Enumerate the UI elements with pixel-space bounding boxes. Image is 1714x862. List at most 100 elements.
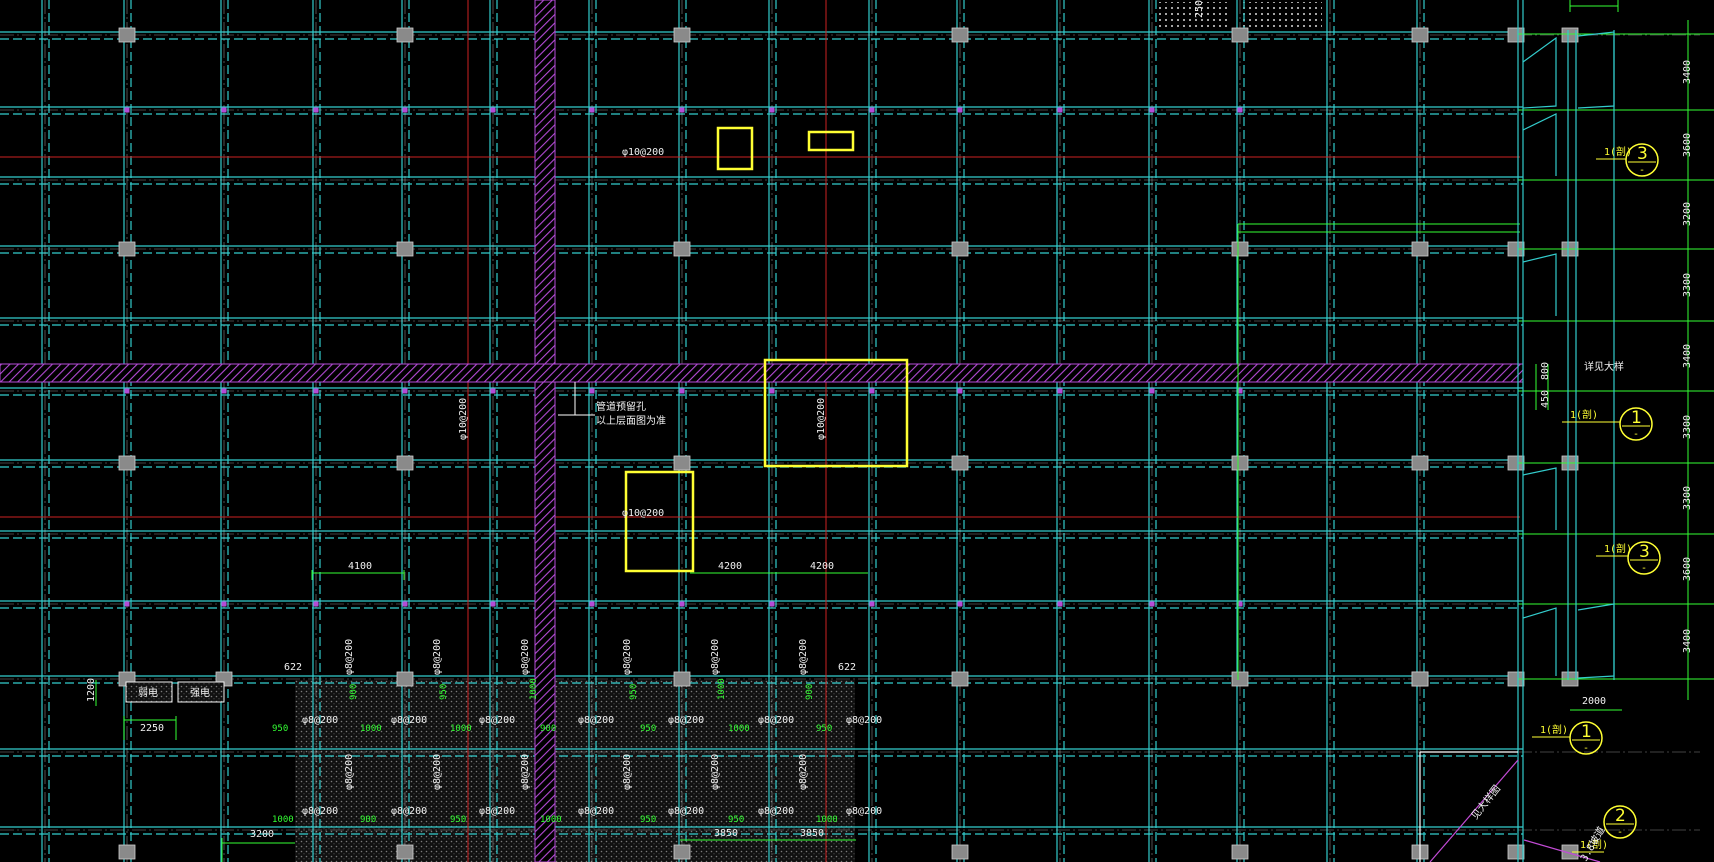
column (951, 455, 969, 471)
slab-rebar-length: 1000 (540, 815, 562, 825)
slab-rebar-label: φ8@200 (758, 715, 794, 726)
duct-note-line-1: 管道预留孔 (596, 400, 646, 413)
grid-node (1057, 388, 1063, 394)
slab-rebar-label-vertical: φ8@200 (432, 754, 443, 790)
grid-node (1149, 388, 1155, 394)
column (118, 844, 136, 860)
right-dimension-texts: 3400 3600 3200 3300 3400 3300 3300 3600 3400 (1682, 60, 1693, 653)
slab-rebar-length-vertical: 950 (629, 684, 639, 700)
cad-drawing: 3-1(剖)1-1(剖)3-1(剖)1-1(剖)2-1(剖) 2500 φ10@… (0, 0, 1714, 862)
grid-node (589, 388, 595, 394)
column (673, 27, 691, 43)
grid-node (957, 601, 963, 607)
grid-node (1057, 107, 1063, 113)
column (951, 27, 969, 43)
detail-bubble-ref: - (1583, 743, 1589, 754)
detail-bubble-number: 2 (1615, 806, 1626, 826)
column (1231, 844, 1249, 860)
slab-rebar-label: φ8@200 (758, 806, 794, 817)
column (118, 455, 136, 471)
slab-rebar-length: 950 (272, 724, 288, 734)
slab-rebar-label-vertical: φ8@200 (710, 639, 721, 675)
grid-node (769, 107, 775, 113)
slab-rebar-label: φ8@200 (668, 806, 704, 817)
detail-bubble-ref: - (1641, 563, 1647, 574)
grid-node (957, 107, 963, 113)
rebar-label-mid: φ10@200 (816, 398, 827, 440)
dim-3850-b: 3850 (800, 828, 824, 839)
column (1411, 455, 1429, 471)
grid-node (221, 388, 227, 394)
dim-4200-a: 4200 (718, 561, 742, 572)
slab-rebar-length: 1000 (272, 815, 294, 825)
column (396, 844, 414, 860)
detail-bubble-number: 1 (1631, 408, 1642, 428)
dim-3200: 3200 (250, 829, 274, 840)
right-dimension-text: 3200 (1682, 202, 1693, 226)
detail-bubble-tag: 1(剖) (1604, 145, 1632, 158)
slab-rebar-length: 1000 (360, 724, 382, 734)
grid-node (869, 601, 875, 607)
dim-1200: 1200 (86, 678, 97, 702)
column (1231, 241, 1249, 257)
slab-rebar-label-vertical: φ8@200 (520, 639, 531, 675)
column (1231, 27, 1249, 43)
column (951, 671, 969, 687)
grid-node (1149, 107, 1155, 113)
column (951, 241, 969, 257)
slab-rebar-label-vertical: φ8@200 (344, 754, 355, 790)
rebar-label-low: φ10@200 (622, 508, 664, 519)
top-dim-2500: 2500 (1194, 0, 1205, 18)
column (1507, 27, 1525, 43)
slab-rebar-label: φ8@200 (479, 715, 515, 726)
duct-note-line-2: 以上层面图为准 (596, 415, 666, 427)
slab-rebar-length: 900 (540, 724, 556, 734)
dim-2000: 2000 (1582, 696, 1606, 707)
column (1411, 671, 1429, 687)
dim-800: 800 (1540, 362, 1551, 380)
detail-bubble-ref: - (1639, 165, 1645, 176)
column (673, 241, 691, 257)
rebar-label-top: φ10@200 (622, 147, 664, 158)
column (396, 27, 414, 43)
grid-node (769, 601, 775, 607)
detail-bubble-tag: 1(剖) (1604, 542, 1632, 555)
rebar-label-left: φ10@200 (458, 398, 469, 440)
grid-node (869, 388, 875, 394)
canvas-background (0, 0, 1714, 862)
detail-bubble-ref: - (1617, 827, 1623, 838)
slab-rebar-length: 950 (816, 724, 832, 734)
slab-rebar-label-vertical: φ8@200 (622, 639, 633, 675)
grid-node (124, 107, 130, 113)
slab-rebar-length-vertical: 900 (349, 684, 359, 700)
slab-rebar-label: φ8@200 (479, 806, 515, 817)
right-dimension-text: 3400 (1682, 629, 1693, 653)
grid-node (957, 388, 963, 394)
slab-rebar-label-vertical: φ8@200 (622, 754, 633, 790)
hatched-wall-horizontal (0, 363, 1524, 383)
grid-node (1237, 107, 1243, 113)
grid-node (490, 601, 496, 607)
dim-4100: 4100 (348, 561, 372, 572)
slab-rebar-label-vertical: φ8@200 (520, 754, 531, 790)
column (1231, 671, 1249, 687)
slab-rebar-label: φ8@200 (668, 715, 704, 726)
grid-node (313, 107, 319, 113)
slab-rebar-length-vertical: 1000 (529, 678, 539, 700)
grid-node (769, 388, 775, 394)
slab-rebar-length-vertical: 1000 (717, 678, 727, 700)
grid-node (221, 107, 227, 113)
detail-bubble-number: 3 (1637, 144, 1648, 164)
column (118, 241, 136, 257)
grid-node (869, 107, 875, 113)
dim-622-b: 622 (838, 662, 856, 673)
slab-rebar-label: φ8@200 (302, 806, 338, 817)
slab-rebar-label-vertical: φ8@200 (798, 754, 809, 790)
slab-rebar-label: φ8@200 (578, 806, 614, 817)
right-dimension-text: 3400 (1682, 344, 1693, 368)
grid-node (313, 601, 319, 607)
slab-rebar-label: φ8@200 (578, 715, 614, 726)
slab-rebar-label-vertical: φ8@200 (710, 754, 721, 790)
detail-bubble-number: 3 (1639, 542, 1650, 562)
grid-node (1149, 601, 1155, 607)
